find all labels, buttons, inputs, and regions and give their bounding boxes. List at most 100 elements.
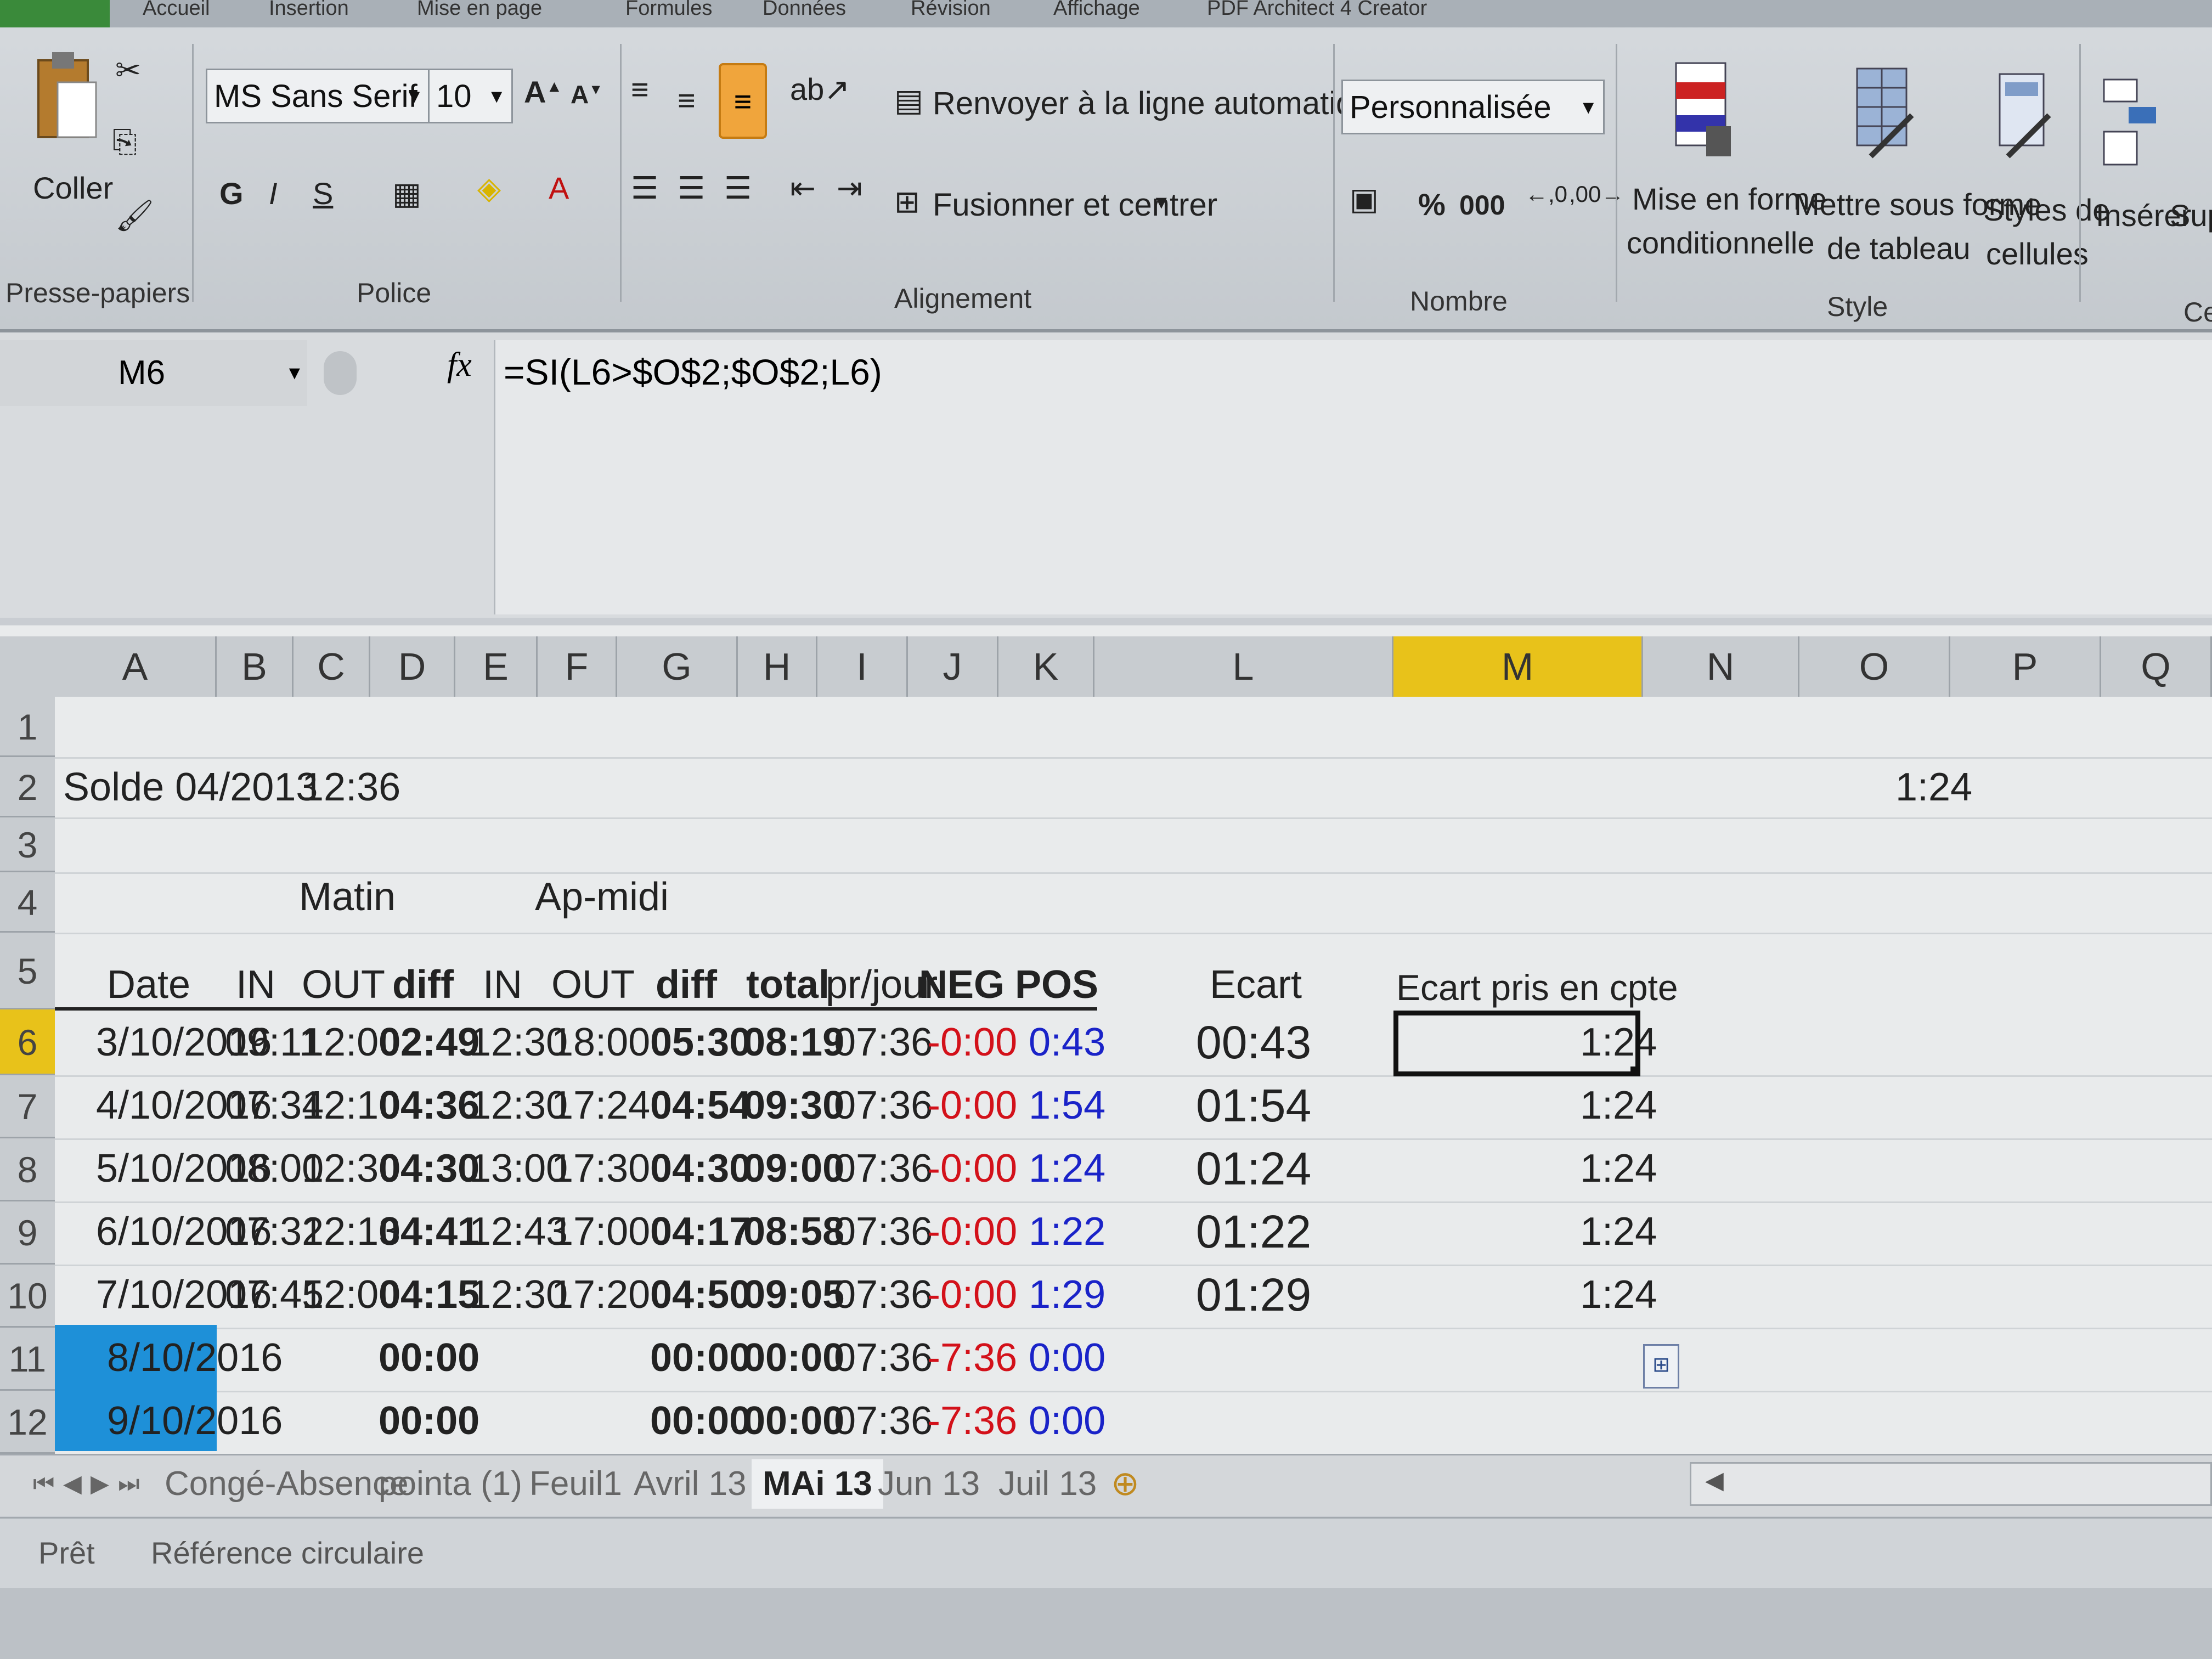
header-date[interactable]: Date [107, 955, 190, 1015]
cell-g8[interactable]: 04:30 [650, 1138, 751, 1199]
cell-d12[interactable]: 00:00 [379, 1391, 479, 1451]
cell-j12[interactable]: -7:36 [927, 1391, 1017, 1451]
cell-m9[interactable]: 1:24 [1580, 1201, 1657, 1262]
merge-center-icon[interactable]: ⊞ [894, 184, 920, 220]
cell-g9[interactable]: 04:17 [650, 1201, 751, 1262]
borders-icon[interactable]: ▦ [392, 176, 421, 212]
align-bottom-icon[interactable]: ≡ [719, 63, 767, 139]
sheet-nav-first-icon[interactable]: ⏮ [33, 1459, 55, 1509]
cell-l7[interactable]: 01:54 [1196, 1075, 1311, 1136]
column-header-c[interactable]: C [294, 636, 370, 697]
cell-k9[interactable]: 1:22 [1029, 1201, 1105, 1262]
cell-k10[interactable]: 1:29 [1029, 1265, 1105, 1325]
header-total[interactable]: total [746, 955, 830, 1015]
cell-m10[interactable]: 1:24 [1580, 1265, 1657, 1325]
percent-button[interactable]: % [1418, 187, 1446, 222]
cell-k12[interactable]: 0:00 [1029, 1391, 1105, 1451]
decrease-indent-icon[interactable]: ⇤ [790, 170, 816, 206]
column-header-q[interactable]: Q [2101, 636, 2212, 697]
cell-d10[interactable]: 04:15 [379, 1265, 479, 1325]
formula-bar-grip[interactable] [324, 351, 357, 395]
cell-d7[interactable]: 04:36 [379, 1075, 479, 1136]
row-header-9[interactable]: 9 [0, 1201, 55, 1265]
header-out-afternoon[interactable]: OUT [551, 955, 635, 1015]
tab-home[interactable]: Accueil [143, 0, 210, 27]
cell-i12[interactable]: 07:36 [834, 1391, 933, 1451]
cell-d6[interactable]: 02:49 [379, 1012, 479, 1073]
tab-insert[interactable]: Insertion [269, 0, 349, 27]
cell-d9[interactable]: 04:41 [379, 1201, 479, 1262]
cell-d11[interactable]: 00:00 [379, 1328, 479, 1388]
paste-icon[interactable] [33, 49, 99, 143]
row-header-10[interactable]: 10 [0, 1265, 55, 1328]
row-header-12[interactable]: 12 [0, 1391, 55, 1454]
cell-h10[interactable]: 09:05 [743, 1265, 844, 1325]
header-ecart[interactable]: Ecart [1210, 955, 1302, 1015]
row-header-5[interactable]: 5 [0, 933, 55, 1009]
column-header-k[interactable]: K [998, 636, 1094, 697]
font-color-icon[interactable]: A [549, 170, 569, 206]
cell-c4[interactable]: Matin [299, 867, 396, 927]
cell-styles-label-2[interactable]: cellules [1986, 236, 2089, 272]
cell-l8[interactable]: 01:24 [1196, 1138, 1311, 1199]
align-middle-icon[interactable]: ≡ [678, 82, 696, 118]
cell-g10[interactable]: 04:50 [650, 1265, 751, 1325]
row-header-6[interactable]: 6 [0, 1009, 55, 1075]
align-left-icon[interactable]: ☰ [631, 170, 658, 206]
column-header-i[interactable]: I [817, 636, 908, 697]
underline-button[interactable]: S [313, 176, 333, 211]
sheet-nav-next-icon[interactable]: ▶ [91, 1459, 109, 1509]
cell-h7[interactable]: 09:30 [743, 1075, 844, 1136]
font-size-combo[interactable]: 10 ▼ [428, 69, 513, 123]
cell-f10[interactable]: 17:20 [551, 1265, 650, 1325]
cell-l9[interactable]: 01:22 [1196, 1201, 1311, 1262]
cell-g12[interactable]: 00:00 [650, 1391, 751, 1451]
cell-g7[interactable]: 04:54 [650, 1075, 751, 1136]
font-name-combo[interactable]: MS Sans Serif ▼ [206, 69, 431, 123]
header-neg[interactable]: NEG [919, 955, 1005, 1015]
cell-j9[interactable]: -0:00 [927, 1201, 1017, 1262]
insert-sheet-icon[interactable]: ⊕ [1111, 1459, 1139, 1509]
cell-h8[interactable]: 09:00 [743, 1138, 844, 1199]
cell-i8[interactable]: 07:36 [834, 1138, 933, 1199]
copy-icon[interactable]: ⎘ [112, 123, 137, 160]
header-diff-morning[interactable]: diff [392, 955, 454, 1015]
cell-i11[interactable]: 07:36 [834, 1328, 933, 1388]
tab-pdf-architect[interactable]: PDF Architect 4 Creator [1207, 0, 1427, 27]
cell-l10[interactable]: 01:29 [1196, 1265, 1311, 1325]
tab-formulas[interactable]: Formules [625, 0, 712, 27]
column-header-e[interactable]: E [455, 636, 538, 697]
tab-data[interactable]: Données [763, 0, 846, 27]
cell-styles-label-1[interactable]: Styles de [1983, 192, 2109, 228]
insert-cells-icon[interactable] [2101, 77, 2162, 170]
thousands-button[interactable]: 000 [1459, 189, 1505, 221]
cell-h11[interactable]: 00:00 [743, 1328, 844, 1388]
cell-j8[interactable]: -0:00 [927, 1138, 1017, 1199]
accounting-format-icon[interactable]: ▣ [1350, 181, 1379, 217]
sheet-tab-mai-13[interactable]: MAi 13 [752, 1459, 883, 1509]
row-header-7[interactable]: 7 [0, 1075, 55, 1138]
scroll-left-icon[interactable]: ◀ [1705, 1466, 1724, 1494]
column-header-m[interactable]: M [1393, 636, 1643, 697]
cell-i7[interactable]: 07:36 [834, 1075, 933, 1136]
cell-k6[interactable]: 0:43 [1029, 1012, 1105, 1073]
align-top-icon[interactable]: ≡ [631, 71, 649, 107]
row-header-4[interactable]: 4 [0, 872, 55, 933]
tab-review[interactable]: Révision [911, 0, 991, 27]
tab-view[interactable]: Affichage [1053, 0, 1140, 27]
cell-j7[interactable]: -0:00 [927, 1075, 1017, 1136]
cell-j11[interactable]: -7:36 [927, 1328, 1017, 1388]
format-as-table-label-2[interactable]: de tableau [1827, 230, 1971, 266]
align-right-icon[interactable]: ☰ [724, 170, 752, 206]
decrease-font-icon[interactable]: A▼ [571, 80, 603, 109]
format-as-table-icon[interactable] [1854, 66, 1915, 159]
cell-c2[interactable]: 12:36 [302, 757, 400, 817]
column-header-a[interactable]: A [55, 636, 217, 697]
auto-fill-options-icon[interactable]: ⊞ [1643, 1344, 1679, 1389]
header-out-morning[interactable]: OUT [302, 955, 385, 1015]
row-header-1[interactable]: 1 [0, 697, 55, 757]
file-tab[interactable] [0, 0, 110, 27]
cell-k8[interactable]: 1:24 [1029, 1138, 1105, 1199]
increase-indent-icon[interactable]: ⇥ [837, 170, 862, 206]
insert-function-icon[interactable]: fx [447, 346, 472, 385]
